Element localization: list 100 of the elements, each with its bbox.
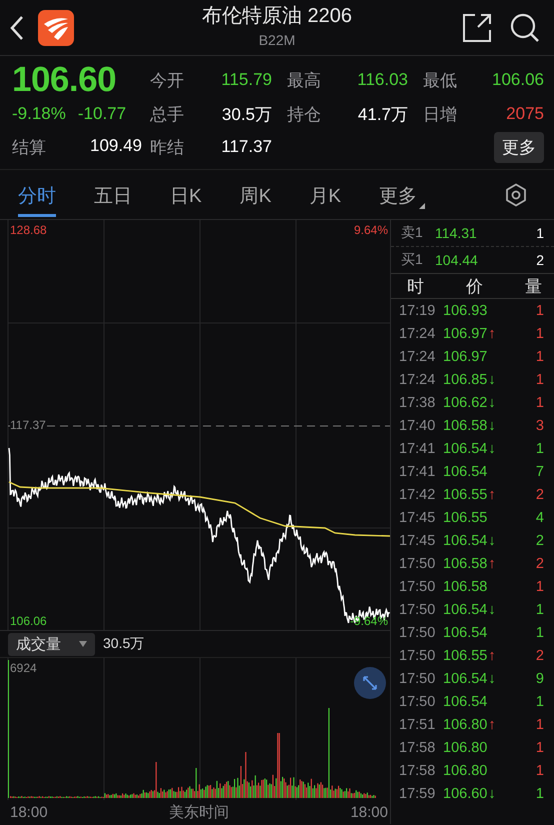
trade-price: 106.54 xyxy=(443,440,488,456)
trade-price: 106.54 xyxy=(443,602,488,618)
trend-arrow: ↓ xyxy=(488,440,496,456)
column-header: 价 xyxy=(465,276,484,298)
share-icon[interactable] xyxy=(462,12,492,42)
trend-arrow: ↓ xyxy=(488,394,496,410)
stat-value: 41.7万 xyxy=(356,104,408,126)
trade-time: 17:59 xyxy=(399,786,436,802)
trade-time: 17:24 xyxy=(399,348,436,364)
stat-label: 最高 xyxy=(286,70,322,92)
trade-price: 106.58 xyxy=(443,418,488,434)
trade-price: 106.54 xyxy=(443,464,488,480)
trade-price: 106.55 xyxy=(443,486,488,502)
trade-time: 17:40 xyxy=(399,418,436,434)
trade-time: 17:41 xyxy=(399,464,436,480)
trade-price: 106.80 xyxy=(443,740,488,756)
order-side: 卖1 xyxy=(401,224,424,242)
trade-quantity: 1 xyxy=(534,602,544,618)
period-tab[interactable]: 分时 xyxy=(18,172,56,216)
period-tab[interactable]: 五日 xyxy=(94,172,132,216)
stat-label: 持仓 xyxy=(286,104,322,126)
price-change: -10.77 xyxy=(78,104,126,124)
trade-quantity: 2 xyxy=(534,532,544,548)
trade-quantity: 1 xyxy=(534,716,544,732)
app-logo-icon[interactable] xyxy=(38,10,74,46)
trend-arrow: ↓ xyxy=(488,532,496,548)
trade-quantity: 1 xyxy=(534,302,544,318)
trade-price: 106.58 xyxy=(443,556,488,572)
instrument-title: 布伦特原油 2206 xyxy=(202,4,352,29)
percent-change: -9.18% xyxy=(12,104,66,124)
caret-icon xyxy=(79,641,87,647)
time-axis-title: 美东时间 xyxy=(169,802,229,822)
period-tab[interactable]: 日K xyxy=(170,172,202,216)
trend-arrow: ↓ xyxy=(488,372,496,388)
trade-quantity: 1 xyxy=(534,348,544,364)
trade-quantity: 7 xyxy=(534,464,544,480)
more-button[interactable]: 更多 xyxy=(494,132,544,162)
trade-price: 106.55 xyxy=(443,510,488,526)
trend-arrow: ↑ xyxy=(488,486,496,502)
trade-time: 17:50 xyxy=(399,694,436,710)
trend-arrow: ↓ xyxy=(488,602,496,618)
stat-value: 30.5万 xyxy=(220,104,272,126)
min-percent-label: -9.64% xyxy=(350,614,388,628)
last-price: 106.60 xyxy=(12,60,118,100)
trade-quantity: 1 xyxy=(534,740,544,756)
trade-time: 17:58 xyxy=(399,762,436,778)
trade-quantity: 1 xyxy=(534,578,544,594)
trade-quantity: 2 xyxy=(534,648,544,664)
trade-price: 106.55 xyxy=(443,648,488,664)
trade-quantity: 4 xyxy=(534,510,544,526)
trend-arrow: ↑ xyxy=(488,556,496,572)
trade-quantity: 1 xyxy=(534,372,544,388)
order-side: 买1 xyxy=(401,251,424,269)
indicator-dropdown[interactable]: 成交量 xyxy=(8,632,95,656)
instrument-code: B22M xyxy=(258,32,296,48)
trade-quantity: 1 xyxy=(534,762,544,778)
order-quantity: 2 xyxy=(535,252,544,268)
trade-price: 106.54 xyxy=(443,694,488,710)
trade-price: 106.60 xyxy=(443,786,488,802)
expand-icon[interactable] xyxy=(354,667,386,699)
trade-quantity: 9 xyxy=(534,670,544,686)
trade-time: 17:50 xyxy=(399,556,436,572)
stat-value: 106.06 xyxy=(491,70,544,90)
back-icon[interactable] xyxy=(10,14,24,40)
trend-arrow: ↓ xyxy=(488,670,496,686)
stat-value: 115.79 xyxy=(220,70,272,90)
stat-label: 结算 xyxy=(12,136,46,158)
trade-time: 17:50 xyxy=(399,670,436,686)
trade-quantity: 1 xyxy=(534,440,544,456)
settings-icon[interactable] xyxy=(504,182,528,206)
reference-price-label: 117.37 xyxy=(10,418,46,432)
search-icon[interactable] xyxy=(510,12,540,42)
trade-time: 17:42 xyxy=(399,486,436,502)
trade-quantity: 1 xyxy=(534,394,544,410)
trade-time: 17:45 xyxy=(399,532,436,548)
trade-time: 17:24 xyxy=(399,372,436,388)
period-tab[interactable]: 更多 xyxy=(379,172,426,216)
stat-label: 今开 xyxy=(150,70,185,92)
trade-time: 17:58 xyxy=(399,740,436,756)
trade-quantity: 3 xyxy=(534,418,544,434)
order-price: 104.44 xyxy=(435,252,479,268)
trade-time: 17:50 xyxy=(399,602,436,618)
trade-quantity: 1 xyxy=(534,326,544,342)
trade-time: 17:45 xyxy=(399,510,436,526)
order-price: 114.31 xyxy=(435,225,478,241)
column-header: 量 xyxy=(524,276,542,298)
trade-time: 17:50 xyxy=(399,648,436,664)
trade-price: 106.54 xyxy=(443,532,488,548)
trade-time: 17:41 xyxy=(399,440,436,456)
trade-price: 106.58 xyxy=(443,578,488,594)
trend-arrow: ↑ xyxy=(488,326,496,342)
period-tab[interactable]: 月K xyxy=(309,172,342,216)
period-tab[interactable]: 周K xyxy=(240,172,272,216)
trade-time: 17:50 xyxy=(399,578,436,594)
caret-icon xyxy=(419,202,426,208)
min-price-label: 106.06 xyxy=(10,614,47,628)
trade-time: 17:50 xyxy=(399,624,436,640)
stat-label: 日增 xyxy=(422,104,458,126)
max-volume-label: 6924 xyxy=(10,661,37,675)
trade-price: 106.93 xyxy=(443,302,488,318)
